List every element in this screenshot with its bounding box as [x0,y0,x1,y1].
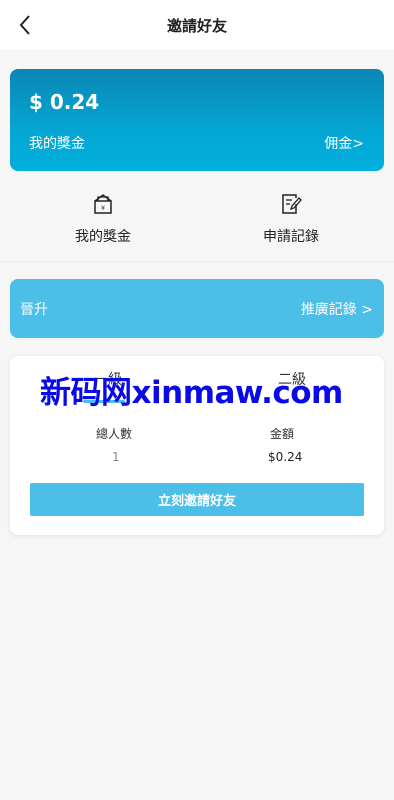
wallet-label: 我的獎金 [29,136,85,152]
active-tab-indicator [83,400,125,403]
edit-document-icon [282,194,302,214]
wallet-card: $ 0.24 我的獎金 佣金> [10,69,384,171]
action-row: ¥ 我的獎金 申請記錄 [0,190,394,262]
application-records-label: 申請記錄 [263,229,319,245]
promotion-title: 晉升 [20,302,48,318]
commission-link[interactable]: 佣金> [324,133,364,153]
top-bar: 邀請好友 [0,0,394,50]
total-people-label: 總人數 [96,427,133,441]
tab-level-one[interactable]: 一級 [94,369,122,389]
referral-stats-card: 一級 二級 總人數 金額 1 $0.24 立刻邀請好友 [10,356,384,535]
amount-value: $0.24 [268,450,303,464]
my-reward-action[interactable]: ¥ 我的獎金 [28,190,178,250]
application-records-action[interactable]: 申請記錄 [216,190,366,250]
total-people-value: 1 [112,450,120,464]
amount-label: 金額 [270,427,295,441]
wallet-amount: $ 0.24 [29,90,100,114]
reward-envelope-icon: ¥ [94,194,112,214]
tab-level-two[interactable]: 二級 [278,369,306,389]
page-title: 邀請好友 [166,17,227,35]
promotion-bar: 晉升 推廣記錄 > [10,279,384,338]
svg-text:¥: ¥ [101,205,105,212]
my-reward-label: 我的獎金 [75,229,131,245]
invite-friends-button[interactable]: 立刻邀請好友 [30,483,364,516]
promotion-records-link[interactable]: 推廣記錄 > [301,299,373,319]
